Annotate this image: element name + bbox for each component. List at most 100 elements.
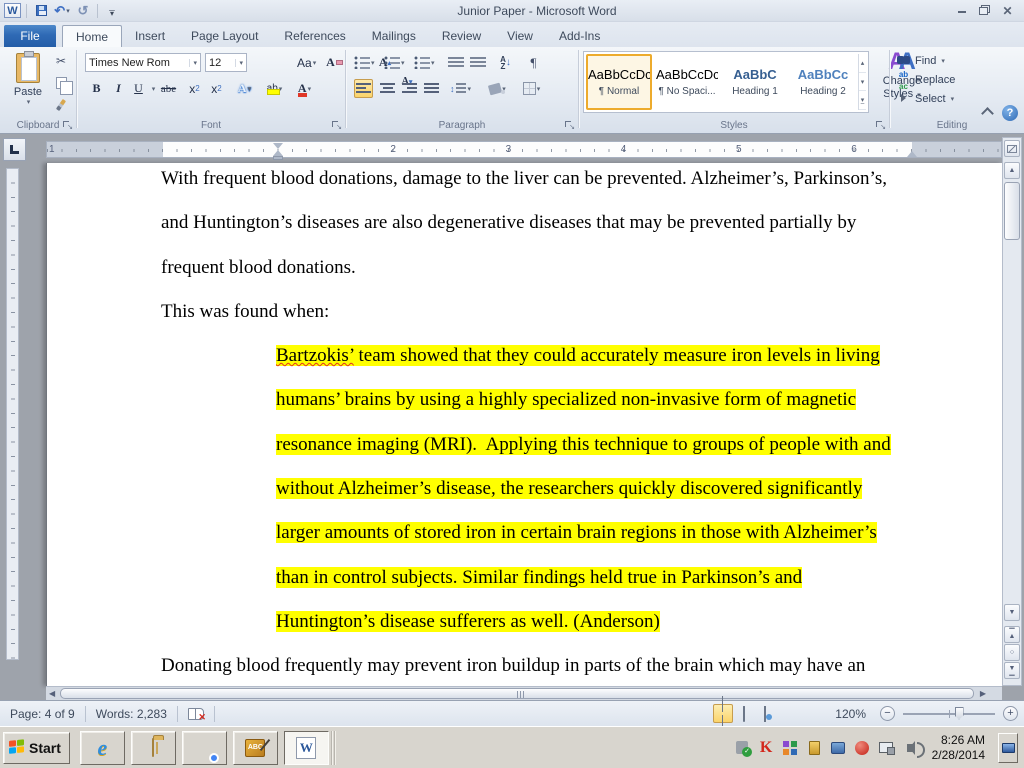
next-page-button[interactable]: ▼▁ [1004, 662, 1020, 679]
help-button[interactable]: ? [1002, 105, 1018, 121]
page-count-indicator[interactable]: Page: 4 of 9 [0, 705, 85, 723]
cut-button[interactable]: ✂ [52, 52, 70, 69]
view-ruler-toggle-button[interactable] [1004, 140, 1020, 157]
tab-add-ins[interactable]: Add-Ins [546, 25, 613, 47]
tab-file[interactable]: File [4, 25, 56, 47]
zoom-in-button[interactable]: + [1003, 706, 1018, 721]
tab-stop-selector[interactable] [3, 138, 26, 161]
draft-view-button[interactable] [797, 704, 817, 723]
usb-safely-remove-tray-icon[interactable] [734, 739, 751, 756]
vertical-scrollbar[interactable]: ▲ ▼ ▔▲ ○ ▼▁ [1002, 137, 1022, 686]
proofing-errors-button[interactable] [178, 705, 214, 723]
network-tray-icon[interactable] [878, 739, 895, 756]
tab-home[interactable]: Home [62, 25, 122, 47]
sort-button[interactable]: AZ↓ [496, 53, 515, 72]
update-tray-icon[interactable] [854, 739, 871, 756]
document-text-line[interactable]: Donating blood frequently may prevent ir… [47, 644, 1002, 688]
start-button[interactable]: Start [3, 732, 70, 764]
document-text-line[interactable]: than in control subjects. Similar findin… [47, 556, 1002, 600]
customize-qat-button[interactable]: ─▾ [103, 2, 121, 20]
scroll-left-arrow[interactable]: ◀ [49, 689, 55, 698]
document-text-line[interactable]: Bartzokis’ team showed that they could a… [47, 334, 1002, 378]
zoom-slider-thumb[interactable] [955, 707, 964, 720]
superscript-button[interactable]: x2 [207, 79, 226, 98]
paste-button[interactable]: Paste ▾ [8, 51, 48, 117]
numbering-button[interactable]: ▾ [384, 53, 405, 72]
first-line-indent-marker[interactable] [273, 143, 283, 149]
collapse-ribbon-button[interactable] [981, 107, 994, 120]
horizontal-ruler[interactable]: 123456 [46, 141, 1002, 158]
style-heading-1[interactable]: AaBbCHeading 1 [722, 54, 788, 110]
restore-button[interactable] [976, 4, 993, 17]
multilevel-list-button[interactable]: ▾ [414, 53, 435, 72]
style-heading-2[interactable]: AaBbCcHeading 2 [790, 54, 856, 110]
outline-view-button[interactable] [776, 704, 796, 723]
document-text-line[interactable]: Huntington’s disease sufferers as well. … [47, 600, 1002, 644]
document-text-line[interactable]: larger amounts of stored iron in certain… [47, 511, 1002, 555]
zoom-level-label[interactable]: 120% [835, 707, 866, 721]
clipboard-dialog-launcher[interactable] [63, 121, 73, 131]
document-text-line[interactable]: resonance imaging (MRI). Applying this t… [47, 423, 1002, 467]
word-count-indicator[interactable]: Words: 2,283 [86, 705, 177, 723]
previous-page-button[interactable]: ▔▲ [1004, 626, 1020, 643]
justify-button[interactable] [422, 79, 441, 98]
word-logo-icon[interactable]: W [4, 3, 21, 18]
subscript-button[interactable]: x2 [185, 79, 204, 98]
chevron-down-icon[interactable]: ▾ [66, 7, 70, 15]
chrome-taskbar-button[interactable] [182, 731, 227, 765]
web-layout-view-button[interactable] [755, 704, 775, 723]
tab-page-layout[interactable]: Page Layout [178, 25, 271, 47]
gallery-scroll-up-button[interactable]: ▴ [859, 54, 866, 73]
scroll-right-arrow[interactable]: ▶ [980, 689, 986, 698]
align-center-button[interactable] [378, 79, 397, 98]
tab-view[interactable]: View [494, 25, 546, 47]
close-button[interactable]: ✕ [999, 4, 1016, 17]
style--normal[interactable]: AaBbCcDc¶ Normal [586, 54, 652, 110]
copy-button[interactable] [52, 74, 70, 91]
align-right-button[interactable] [400, 79, 419, 98]
tab-review[interactable]: Review [429, 25, 494, 47]
print-layout-view-button[interactable] [713, 704, 733, 723]
font-size-combo[interactable]: 12▾ [205, 53, 247, 72]
format-painter-button[interactable] [52, 96, 70, 113]
document-page[interactable]: With frequent blood donations, damage to… [46, 163, 1002, 686]
spelling-app-taskbar-button[interactable]: ABC [233, 731, 278, 765]
zoom-slider[interactable] [903, 713, 995, 715]
document-text-line[interactable]: without Alzheimer’s disease, the researc… [47, 467, 1002, 511]
bluetooth-tray-icon[interactable] [830, 739, 847, 756]
minimize-button[interactable] [953, 4, 970, 17]
text-highlight-button[interactable]: ab▾ [265, 79, 284, 98]
shading-button[interactable]: ▾ [488, 79, 507, 98]
clear-formatting-button[interactable]: A [325, 53, 344, 72]
internet-explorer-taskbar-button[interactable]: e [80, 731, 125, 765]
document-text-line[interactable]: and Huntington’s diseases are also degen… [47, 201, 1002, 245]
document-text-line[interactable]: With frequent blood donations, damage to… [47, 157, 1002, 201]
text-effects-button[interactable]: A▾ [235, 79, 254, 98]
full-screen-reading-view-button[interactable] [734, 704, 754, 723]
paragraph-dialog-launcher[interactable] [565, 121, 575, 131]
gallery-scroll-down-button[interactable]: ▾ [859, 73, 866, 92]
taskbar-clock[interactable]: 8:26 AM 2/28/2014 [926, 733, 991, 763]
tab-insert[interactable]: Insert [122, 25, 178, 47]
borders-button[interactable]: ▾ [522, 79, 541, 98]
document-text-line[interactable]: frequent blood donations. [47, 246, 1002, 290]
document-text-line[interactable]: This was found when: [47, 290, 1002, 334]
word-taskbar-button[interactable]: W [284, 731, 329, 765]
font-dialog-launcher[interactable] [332, 121, 342, 131]
bullets-button[interactable]: ▾ [354, 53, 375, 72]
style--no-spaci-[interactable]: AaBbCcDc¶ No Spaci... [654, 54, 720, 110]
save-button[interactable] [32, 2, 50, 20]
italic-button[interactable]: I [109, 79, 128, 98]
font-color-button[interactable]: A▾ [295, 79, 314, 98]
undo-button[interactable]: ↶▾ [53, 2, 71, 20]
change-case-button[interactable]: Aa▾ [297, 53, 316, 72]
replace-button[interactable]: abacReplace [890, 70, 1014, 89]
horizontal-scroll-thumb[interactable] [60, 688, 974, 699]
redo-button[interactable]: ↺ [74, 2, 92, 20]
show-hide-marks-button[interactable]: ¶ [524, 53, 543, 72]
vertical-ruler[interactable] [6, 168, 19, 660]
select-browse-object-button[interactable]: ○ [1004, 644, 1020, 661]
decrease-indent-button[interactable] [446, 53, 465, 72]
horizontal-scrollbar[interactable]: ◀ ▶ [46, 686, 1002, 700]
windows-explorer-taskbar-button[interactable] [131, 731, 176, 765]
